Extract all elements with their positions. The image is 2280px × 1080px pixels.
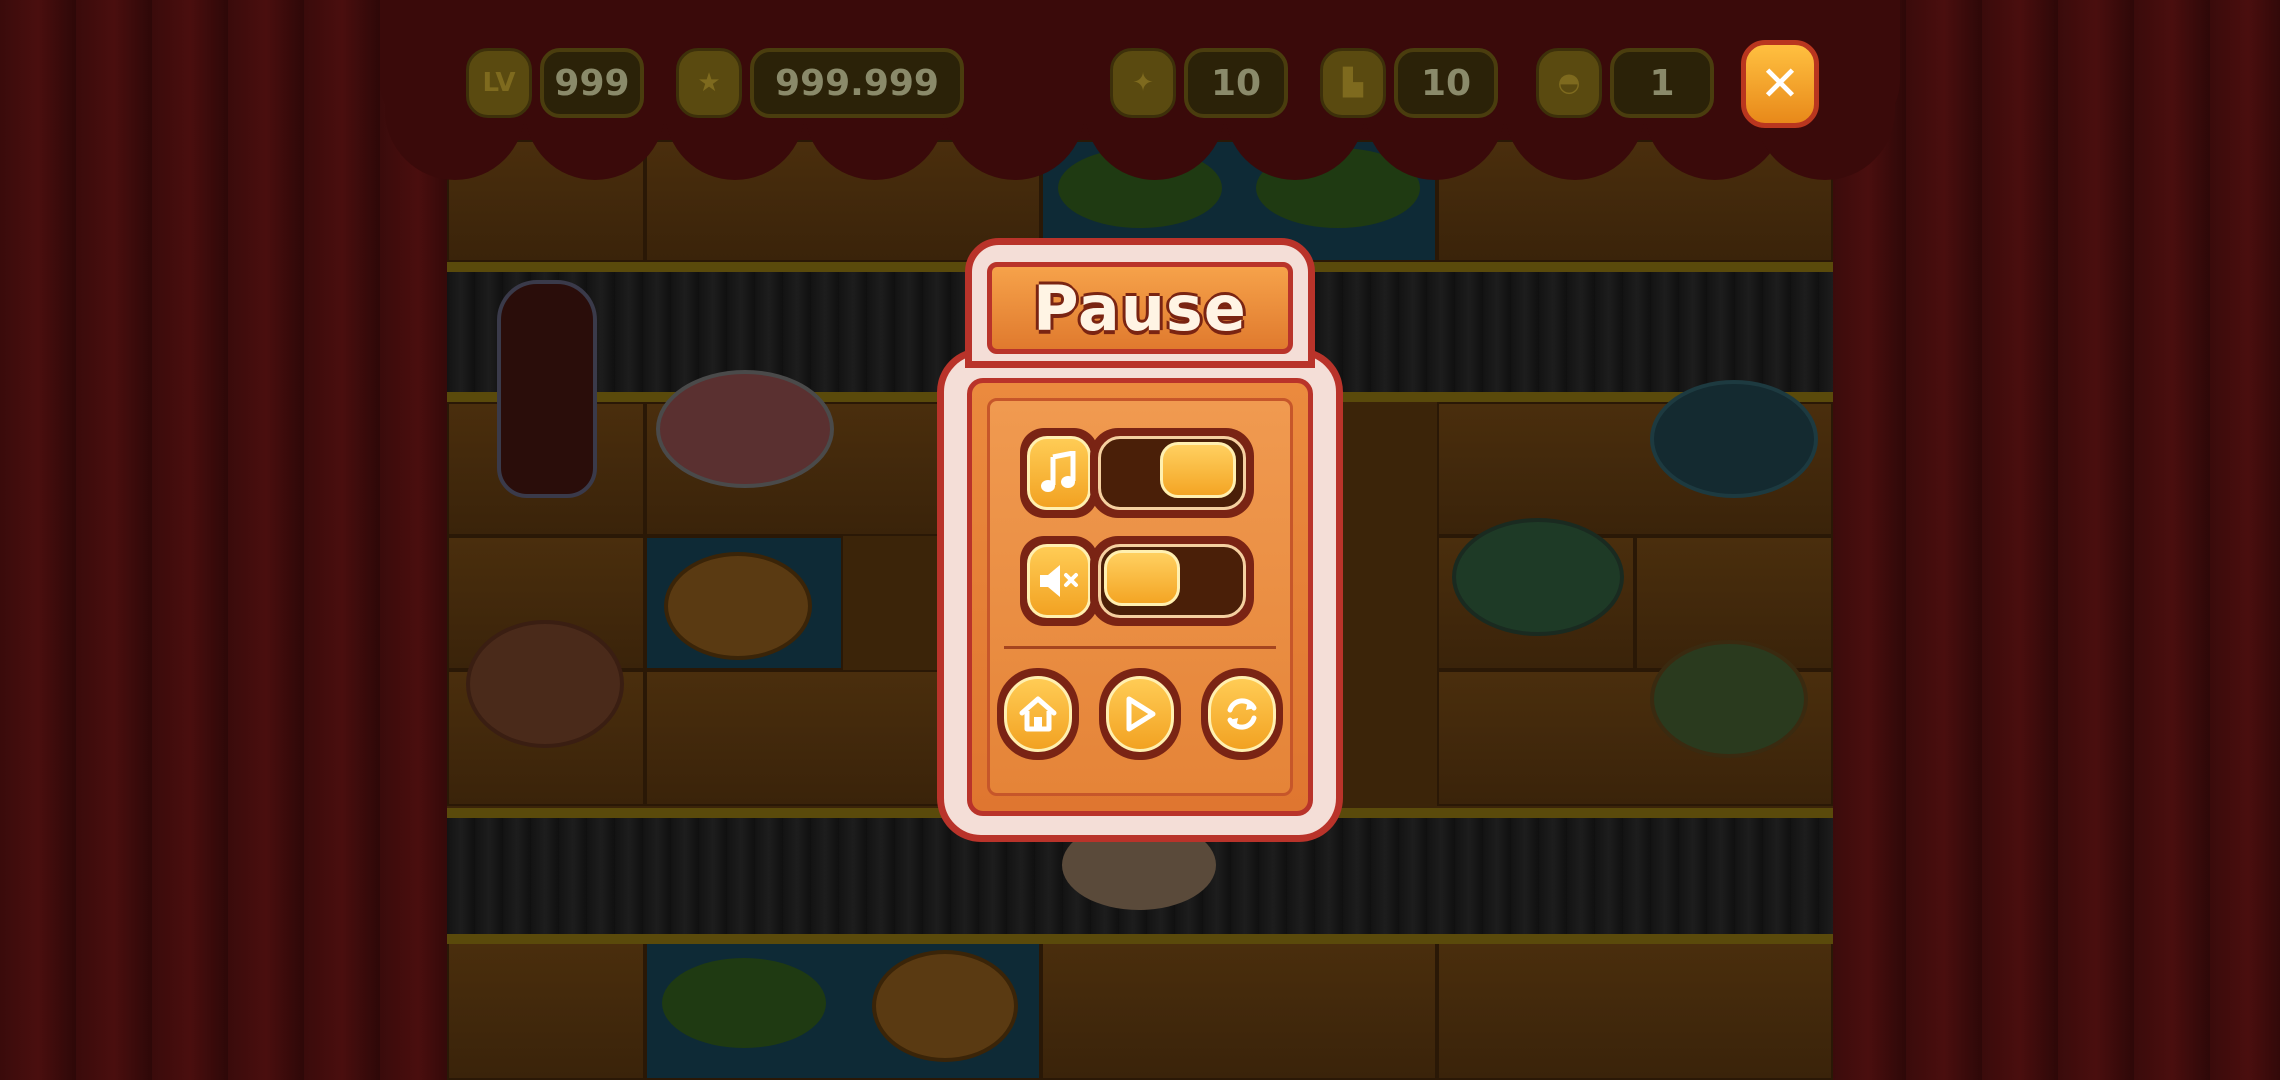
dialog-divider	[1004, 646, 1276, 649]
restart-button[interactable]	[1201, 668, 1283, 760]
resume-button[interactable]	[1099, 668, 1181, 760]
pause-dialog: Pause	[937, 238, 1343, 842]
music-toggle-icon-frame	[1020, 428, 1098, 518]
music-toggle-knob[interactable]	[1160, 442, 1236, 498]
sound-toggle-icon-frame	[1020, 536, 1098, 626]
sound-toggle[interactable]	[1090, 536, 1254, 626]
home-icon	[1004, 676, 1072, 752]
sound-toggle-knob[interactable]	[1104, 550, 1180, 606]
sound-toggle-row	[1020, 536, 1254, 626]
music-toggle[interactable]	[1090, 428, 1254, 518]
speaker-muted-icon	[1027, 544, 1091, 618]
home-button[interactable]	[997, 668, 1079, 760]
music-note-icon	[1027, 436, 1091, 510]
title-plate: Pause	[987, 262, 1293, 354]
dialog-title: Pause	[1033, 271, 1247, 345]
music-toggle-row	[1020, 428, 1254, 518]
play-icon	[1106, 676, 1174, 752]
restart-icon	[1208, 676, 1276, 752]
